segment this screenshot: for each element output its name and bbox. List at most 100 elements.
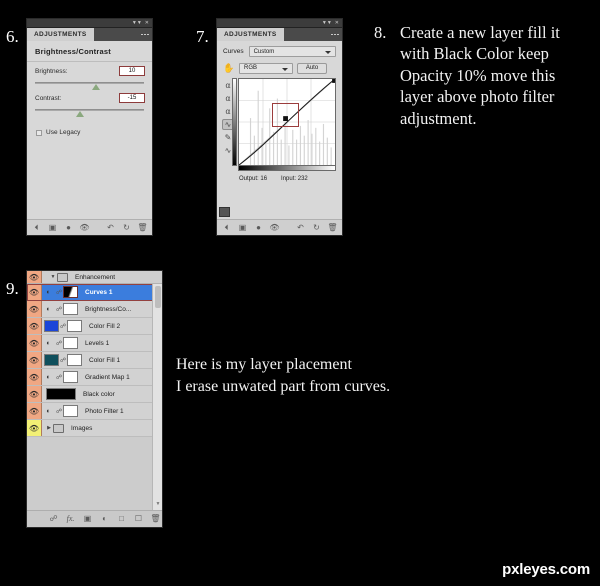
use-legacy-checkbox[interactable]	[36, 129, 42, 136]
layer-row-black-color[interactable]: 👁 Black color	[27, 386, 162, 403]
contrast-slider[interactable]	[35, 109, 144, 117]
close-icon[interactable]: ✕	[145, 20, 149, 26]
chevron-down-icon[interactable]: ▼	[49, 274, 57, 280]
link-icon[interactable]: ☍	[59, 357, 67, 364]
curves-graph[interactable]	[238, 78, 336, 166]
channel-dropdown[interactable]: RGB	[239, 62, 293, 74]
layer-name: Photo Filter 1	[85, 407, 124, 415]
curves-panel: ▼▼ ✕ ADJUSTMENTS Curves Custom ✋ RGB Aut…	[216, 18, 343, 236]
black-input-slider[interactable]	[239, 165, 247, 166]
layer-row-photo-filter-1[interactable]: 👁 ◐ ☍ Photo Filter 1	[27, 403, 162, 420]
tab-adjustments[interactable]: ADJUSTMENTS	[217, 28, 284, 41]
layer-mask-thumbnail[interactable]	[63, 303, 78, 315]
panel-menu-icon[interactable]	[331, 31, 339, 37]
adjustments-footer: ⏴ ▣ ● 👁 ↶ ↻ 🗑	[27, 219, 152, 235]
link-icon[interactable]: ☍	[55, 340, 63, 347]
layer-mask-thumbnail[interactable]	[63, 371, 78, 383]
layers-group-header[interactable]: 👁 ▼ Enhancement	[27, 271, 162, 284]
link-icon[interactable]: ☍	[59, 323, 67, 330]
reset-icon[interactable]: ↶	[296, 223, 305, 232]
eye-icon[interactable]: 👁	[27, 284, 42, 300]
adjustment-layer-icon[interactable]: ◐	[100, 515, 109, 524]
layer-mask-thumbnail[interactable]	[63, 337, 78, 349]
clip-to-layer-icon[interactable]: ⏴	[32, 223, 41, 232]
preset-label: Curves	[223, 48, 244, 55]
return-icon[interactable]: ↻	[312, 223, 321, 232]
contrast-value-field[interactable]: -15	[119, 93, 145, 103]
brightness-row: Brightness: 10	[27, 62, 152, 76]
curve-selection-box	[271, 103, 299, 128]
eye-icon[interactable]: 👁	[27, 369, 42, 385]
layer-row-levels-1[interactable]: 👁 ◐ ☍ Levels 1	[27, 335, 162, 352]
preset-dropdown[interactable]: Custom	[248, 46, 336, 57]
white-input-slider[interactable]	[327, 165, 335, 166]
layer-row-gradient-map-1[interactable]: 👁 ◐ ☍ Gradient Map 1	[27, 369, 162, 386]
layer-name: Brightness/Co...	[85, 305, 132, 313]
preview-toggle-icon[interactable]: ●	[254, 223, 263, 232]
scrollbar-thumb[interactable]	[155, 286, 161, 308]
layer-name: Curves 1	[85, 288, 113, 296]
on-image-adjust-icon[interactable]: ✋	[223, 62, 235, 74]
adjustment-layer-icon: ◐	[46, 305, 51, 313]
eye-icon[interactable]: 👁	[27, 352, 42, 368]
chevron-right-icon[interactable]: ▶	[45, 425, 53, 431]
curves-display-options-icon[interactable]	[219, 207, 230, 217]
preview-toggle-icon[interactable]: ●	[64, 223, 73, 232]
instruction-9-line1: Here is my layer placement	[176, 356, 352, 373]
delete-layer-icon[interactable]: 🗑	[150, 515, 160, 524]
collapse-icon[interactable]: ▼▼	[322, 20, 332, 26]
new-layer-icon[interactable]: ☐	[134, 515, 143, 524]
collapse-icon[interactable]: ▼▼	[132, 20, 142, 26]
reset-icon[interactable]: ↶	[106, 223, 115, 232]
layer-row-images-group[interactable]: 👁 ▶ Images	[27, 420, 162, 437]
link-icon[interactable]: ☍	[55, 306, 63, 313]
layer-style-fx-icon[interactable]: fx.	[66, 515, 75, 524]
brightness-value-field[interactable]: 10	[119, 66, 145, 76]
view-previous-state-icon[interactable]: ▣	[48, 223, 57, 232]
layer-mask-thumbnail[interactable]	[63, 286, 78, 298]
tab-adjustments[interactable]: ADJUSTMENTS	[27, 28, 94, 41]
eye-icon[interactable]: 👁	[79, 223, 89, 232]
layer-row-color-fill-2[interactable]: 👁 ☍ Color Fill 2	[27, 318, 162, 335]
eye-icon[interactable]: 👁	[27, 301, 42, 317]
delete-icon[interactable]: 🗑	[137, 223, 147, 232]
eye-icon[interactable]: 👁	[27, 335, 42, 351]
eye-icon[interactable]: 👁	[27, 318, 42, 334]
layer-mask-thumbnail[interactable]	[67, 354, 82, 366]
link-icon[interactable]: ☍	[55, 374, 63, 381]
layer-row-curves-1[interactable]: 👁 ◐ ☍ Curves 1	[27, 284, 162, 301]
link-icon[interactable]: ☍	[55, 408, 63, 415]
layer-row-color-fill-1[interactable]: 👁 ☍ Color Fill 1	[27, 352, 162, 369]
histogram	[249, 90, 332, 165]
delete-icon[interactable]: 🗑	[327, 223, 337, 232]
link-icon[interactable]: ☍	[55, 289, 63, 296]
auto-button[interactable]: Auto	[297, 62, 327, 74]
view-previous-state-icon[interactable]: ▣	[238, 223, 247, 232]
eye-icon[interactable]: 👁	[27, 271, 42, 283]
close-icon[interactable]: ✕	[335, 20, 339, 26]
layer-thumbnail-swatch[interactable]	[44, 354, 59, 366]
link-layers-icon[interactable]: ☍	[49, 515, 58, 524]
clip-to-layer-icon[interactable]: ⏴	[222, 223, 231, 232]
layer-thumbnail[interactable]	[46, 388, 76, 400]
panel-menu-icon[interactable]	[141, 31, 149, 37]
return-icon[interactable]: ↻	[122, 223, 131, 232]
contrast-slider-thumb[interactable]	[76, 111, 85, 117]
layer-mask-thumbnail[interactable]	[63, 405, 78, 417]
eye-icon[interactable]: 👁	[27, 386, 42, 402]
eye-icon[interactable]: 👁	[27, 420, 42, 436]
layer-thumbnail-swatch[interactable]	[44, 320, 59, 332]
use-legacy-row[interactable]: Use Legacy	[27, 111, 152, 136]
layer-mask-thumbnail[interactable]	[67, 320, 82, 332]
curves-graph-wrap	[232, 78, 336, 171]
layer-row-brightness-contrast[interactable]: 👁 ◐ ☍ Brightness/Co...	[27, 301, 162, 318]
layers-scrollbar[interactable]: ▼	[152, 284, 162, 510]
new-group-icon[interactable]: □	[117, 515, 126, 524]
scroll-down-arrow-icon[interactable]: ▼	[156, 502, 161, 507]
eye-icon[interactable]: 👁	[27, 403, 42, 419]
curves-body: Curves Custom ✋ RGB Auto ⍺ ⍺ ⍺ ∿ ✎ ∿ Out…	[217, 41, 342, 219]
eye-icon[interactable]: 👁	[269, 223, 279, 232]
layers-panel: 👁 ▼ Enhancement 👁 ◐ ☍ Curves 1 👁 ◐ ☍ Bri…	[26, 270, 163, 528]
add-mask-icon[interactable]: ▣	[83, 515, 92, 524]
adjustment-layer-icon: ◐	[46, 339, 51, 347]
